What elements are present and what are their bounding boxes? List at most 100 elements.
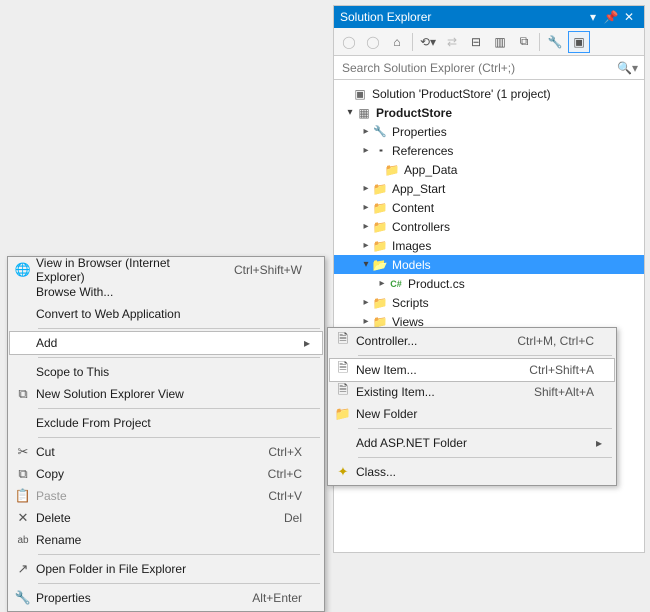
submenu-new-item[interactable]: 🗎 New Item... Ctrl+Shift+A (330, 359, 614, 381)
folder-app-start[interactable]: App_Start (334, 179, 644, 198)
add-submenu: 🗎 Controller... Ctrl+M, Ctrl+C 🗎 New Ite… (327, 327, 617, 486)
close-icon[interactable]: ✕ (620, 10, 638, 24)
search-input[interactable] (340, 60, 613, 76)
menu-properties[interactable]: 🔧 Properties Alt+Enter (10, 587, 322, 609)
paste-icon: 📋 (10, 488, 36, 504)
folder-icon (372, 238, 388, 254)
new-item-icon: 🗎 (330, 359, 356, 381)
menu-rename[interactable]: ab Rename (10, 529, 322, 551)
solution-icon (352, 86, 368, 102)
submenu-arrow-icon: ▸ (302, 336, 312, 350)
submenu-existing-item[interactable]: 🗎 Existing Item... Shift+Alt+A (330, 381, 614, 403)
panel-toolbar: ◯ ◯ ⌂ ⟲▾ ⇄ ⊟ ▥ ⧉ 🔧 ▣ (334, 28, 644, 56)
folder-images[interactable]: Images (334, 236, 644, 255)
menu-open-folder[interactable]: ↗ Open Folder in File Explorer (10, 558, 322, 580)
folder-icon (372, 200, 388, 216)
menu-separator (358, 457, 612, 458)
folder-icon (372, 295, 388, 311)
menu-separator (38, 437, 320, 438)
show-all-files-button[interactable]: ▥ (489, 31, 511, 53)
folder-icon (372, 219, 388, 235)
references-icon (372, 143, 388, 159)
separator (539, 33, 540, 51)
menu-copy[interactable]: ⧉ Copy Ctrl+C (10, 463, 322, 485)
menu-separator (38, 328, 320, 329)
folder-icon (384, 162, 400, 178)
folder-content[interactable]: Content (334, 198, 644, 217)
forward-button[interactable]: ◯ (362, 31, 384, 53)
submenu-new-folder[interactable]: 📁 New Folder (330, 403, 614, 425)
expand-arrow-icon[interactable] (360, 202, 372, 213)
separator (412, 33, 413, 51)
menu-paste: 📋 Paste Ctrl+V (10, 485, 322, 507)
menu-separator (38, 408, 320, 409)
expand-arrow-icon[interactable] (360, 297, 372, 308)
existing-item-icon: 🗎 (330, 381, 356, 403)
references-node[interactable]: References (334, 141, 644, 160)
refresh-button[interactable]: ⇄ (441, 31, 463, 53)
class-icon: ✦ (330, 464, 356, 480)
panel-title: Solution Explorer (340, 10, 584, 24)
search-box[interactable]: 🔍▾ (334, 56, 644, 80)
expand-arrow-icon[interactable] (360, 183, 372, 194)
menu-separator (358, 428, 612, 429)
menu-browse-with[interactable]: Browse With... (10, 281, 322, 303)
menu-delete[interactable]: ✕ Delete Del (10, 507, 322, 529)
back-button[interactable]: ◯ (338, 31, 360, 53)
project-node[interactable]: ProductStore (334, 103, 644, 122)
properties-button[interactable]: 🔧 (544, 31, 566, 53)
project-icon (356, 105, 372, 121)
menu-add[interactable]: Add ▸ (10, 332, 322, 354)
csharp-file-icon (388, 276, 404, 292)
dropdown-icon[interactable]: ▾ (584, 10, 602, 24)
menu-new-solution-view[interactable]: ⧉ New Solution Explorer View (10, 383, 322, 405)
rename-icon: ab (10, 535, 36, 546)
menu-separator (358, 355, 612, 356)
open-folder-icon: ↗ (10, 561, 36, 577)
expand-arrow-icon[interactable] (360, 221, 372, 232)
browser-icon: 🌐 (10, 262, 36, 278)
search-icon: 🔍▾ (617, 61, 638, 75)
menu-view-in-browser[interactable]: 🌐 View in Browser (Internet Explorer) Ct… (10, 259, 322, 281)
controller-icon: 🗎 (330, 330, 356, 352)
new-folder-icon: 📁 (330, 406, 356, 422)
menu-separator (38, 583, 320, 584)
properties-icon: 🔧 (10, 590, 36, 606)
expand-arrow-icon[interactable] (360, 145, 372, 156)
expand-arrow-icon[interactable] (360, 240, 372, 251)
home-button[interactable]: ⌂ (386, 31, 408, 53)
expand-arrow-icon[interactable] (376, 278, 388, 289)
folder-models[interactable]: Models (334, 255, 644, 274)
pin-icon[interactable]: 📌 (602, 10, 620, 24)
submenu-aspnet-folder[interactable]: Add ASP.NET Folder ▸ (330, 432, 614, 454)
delete-icon: ✕ (10, 510, 36, 526)
folder-controllers[interactable]: Controllers (334, 217, 644, 236)
file-product-cs[interactable]: Product.cs (334, 274, 644, 293)
new-window-icon: ⧉ (10, 386, 36, 402)
collapse-all-button[interactable]: ⊟ (465, 31, 487, 53)
submenu-controller[interactable]: 🗎 Controller... Ctrl+M, Ctrl+C (330, 330, 614, 352)
folder-scripts[interactable]: Scripts (334, 293, 644, 312)
solution-node[interactable]: Solution 'ProductStore' (1 project) (334, 84, 644, 103)
properties-node[interactable]: Properties (334, 122, 644, 141)
folder-app-data[interactable]: App_Data (334, 160, 644, 179)
menu-cut[interactable]: ✂ Cut Ctrl+X (10, 441, 322, 463)
submenu-arrow-icon: ▸ (594, 436, 604, 450)
menu-convert-web-app[interactable]: Convert to Web Application (10, 303, 322, 325)
cut-icon: ✂ (10, 444, 36, 460)
expand-arrow-icon[interactable] (360, 126, 372, 137)
menu-separator (38, 554, 320, 555)
copy-icon: ⧉ (10, 466, 36, 482)
expand-arrow-icon[interactable] (344, 107, 356, 118)
panel-titlebar: Solution Explorer ▾ 📌 ✕ (334, 6, 644, 28)
sync-button[interactable]: ⟲▾ (417, 31, 439, 53)
expand-arrow-icon[interactable] (360, 259, 372, 270)
folder-icon (372, 181, 388, 197)
preview-button[interactable]: ▣ (568, 31, 590, 53)
expand-arrow-icon[interactable] (360, 316, 372, 327)
copy-view-button[interactable]: ⧉ (513, 31, 535, 53)
menu-exclude-from-project[interactable]: Exclude From Project (10, 412, 322, 434)
folder-open-icon (372, 257, 388, 273)
menu-scope-to-this[interactable]: Scope to This (10, 361, 322, 383)
submenu-class[interactable]: ✦ Class... (330, 461, 614, 483)
